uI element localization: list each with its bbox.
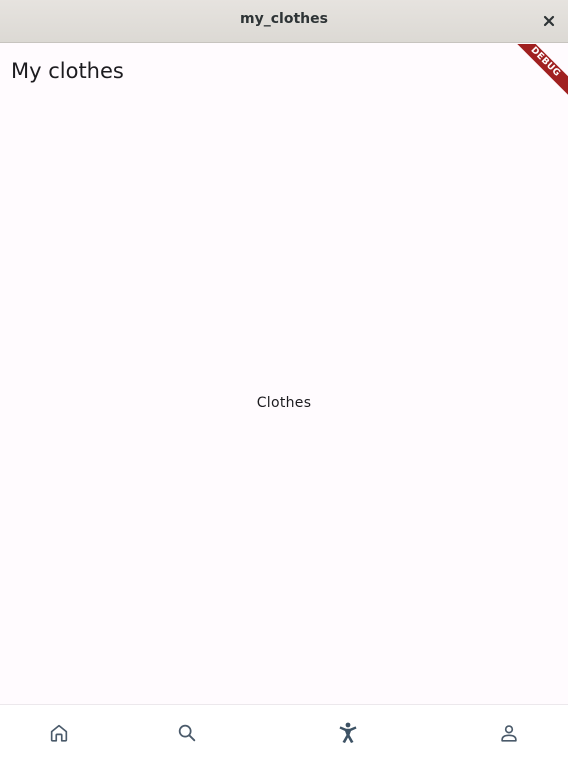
bottom-navigation-bar xyxy=(0,704,568,757)
accessibility-icon xyxy=(339,722,357,743)
close-button[interactable] xyxy=(538,10,560,32)
main-content: Clothes xyxy=(0,100,568,704)
nav-item-search[interactable] xyxy=(173,719,201,747)
app-bar: My clothes xyxy=(0,44,568,100)
person-icon xyxy=(501,725,517,742)
window-title: my_clothes xyxy=(240,11,328,27)
clothes-text: Clothes xyxy=(256,395,312,411)
home-icon xyxy=(50,724,68,742)
nav-item-accessibility[interactable] xyxy=(334,719,362,747)
search-icon xyxy=(178,724,196,742)
app-window: my_clothes My clothes DEBUG Clothes xyxy=(0,0,568,757)
window-titlebar[interactable]: my_clothes xyxy=(0,0,568,43)
nav-item-home[interactable] xyxy=(45,719,73,747)
page-title: My clothes xyxy=(11,59,124,83)
nav-item-profile[interactable] xyxy=(495,719,523,747)
close-icon xyxy=(543,15,555,27)
